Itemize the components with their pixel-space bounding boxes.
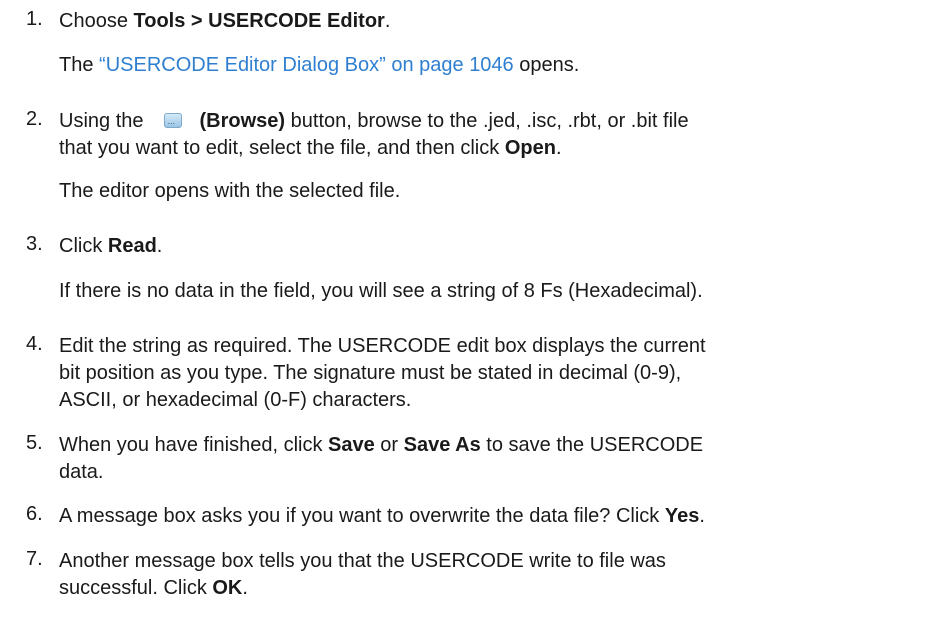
step-text-line: Edit the string as required. The USERCOD… [59, 335, 706, 357]
step-text-part: . [156, 235, 163, 257]
instruction-page: 1. Choose Tools > USERCODE Editor. The “… [0, 0, 929, 625]
step-3-result: If there is no data in the field, you wi… [59, 280, 703, 302]
step-text: Click Read. [59, 233, 909, 260]
step-text: Edit the string as required. The USERCOD… [59, 333, 909, 414]
step-text-part: . [699, 505, 705, 527]
step-number: 2. [26, 108, 43, 130]
menu-path: Tools > USERCODE Editor [133, 10, 385, 32]
step-text-line: ASCII, or hexadecimal (0-F) characters. [59, 389, 412, 411]
step-text: Another message box tells you that the U… [59, 548, 909, 602]
step-text-part: successful. Click [59, 577, 213, 599]
step-text-line: Another message box tells you that the U… [59, 550, 666, 572]
yes-label: Yes [664, 505, 700, 527]
step-text-part: Choose [59, 10, 134, 32]
step-number: 6. [26, 503, 43, 525]
step-2-result: The editor opens with the selected file. [59, 180, 401, 202]
step-number: 1. [26, 8, 43, 30]
save-as-label: Save As [403, 434, 481, 456]
ok-label: OK [212, 577, 243, 599]
open-label: Open [504, 137, 556, 159]
step-number: 5. [26, 432, 43, 454]
step-text-part: that you want to edit, select the file, … [59, 137, 505, 159]
usercode-editor-dialog-link[interactable]: “USERCODE Editor Dialog Box” on page 104… [99, 54, 514, 76]
step-number: 4. [26, 333, 43, 355]
step-text-part: When you have finished, click [59, 434, 329, 456]
step-text: When you have finished, click Save or Sa… [59, 432, 909, 486]
step-text-part: button, browse to the .jed, .isc, .rbt, … [285, 110, 689, 132]
step-number: 3. [26, 233, 43, 255]
browse-button-icon [163, 108, 182, 135]
result-text: opens. [513, 54, 580, 76]
step-text-part: . [384, 10, 391, 32]
step-text-part: Using the [59, 110, 144, 132]
step-number: 7. [26, 548, 43, 570]
step-text-part: to save the USERCODE [480, 434, 704, 456]
step-text-part: or [374, 434, 404, 456]
browse-label: (Browse) [199, 110, 286, 132]
step-text: Choose Tools > USERCODE Editor. [59, 8, 909, 35]
step-text: Using the (Browse) button, browse to the … [59, 108, 909, 162]
read-label: Read [107, 235, 157, 257]
save-label: Save [328, 434, 375, 456]
step-1-result: The “USERCODE Editor Dialog Box” on page… [59, 52, 909, 79]
step-text: A message box asks you if you want to ov… [59, 503, 909, 530]
step-text-part: A message box asks you if you want to ov… [59, 505, 665, 527]
step-text-part: . [555, 137, 562, 159]
step-text-line: bit position as you type. The signature … [59, 362, 682, 384]
result-text: The [59, 54, 100, 76]
step-text-part: Click [59, 235, 108, 257]
step-text-part: . [242, 577, 248, 599]
step-text-line: data. [59, 461, 104, 483]
